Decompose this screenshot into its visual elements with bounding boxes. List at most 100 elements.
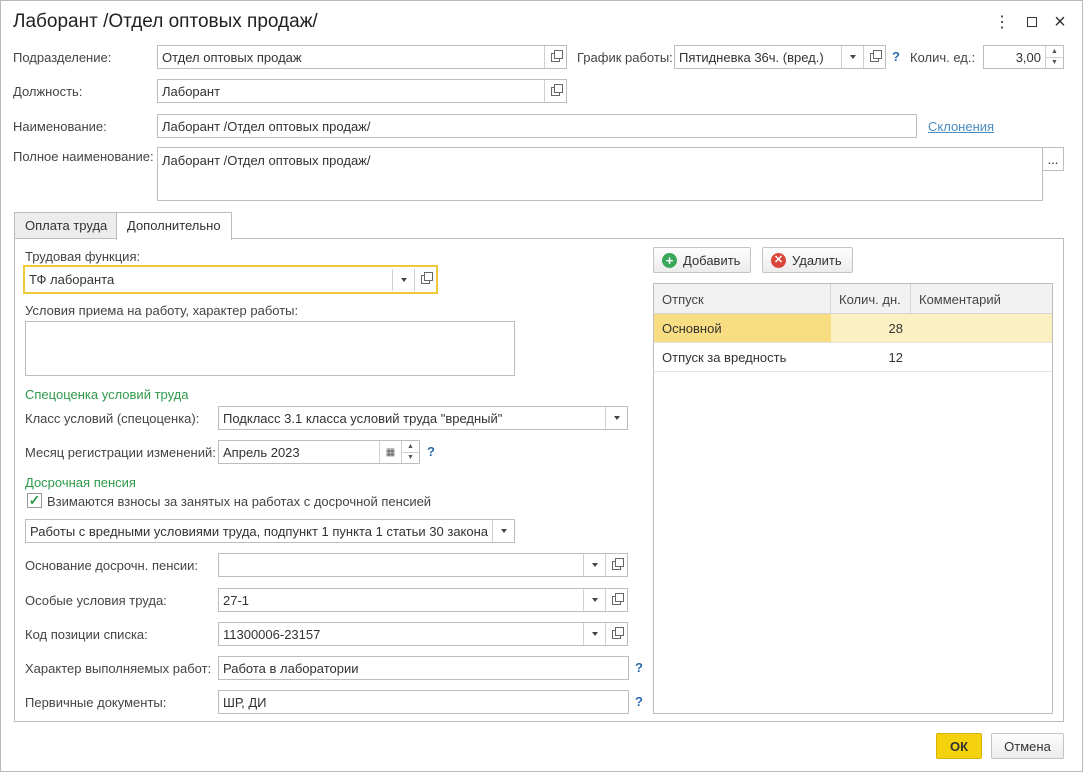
position-field[interactable]: Лаборант (157, 79, 567, 103)
contributions-checkbox[interactable]: ✓ (27, 492, 42, 508)
plus-icon: + (662, 252, 677, 268)
tab-payment-label: Оплата труда (25, 218, 108, 233)
labor-function-label: Трудовая функция: (25, 249, 141, 264)
vacation-cell: Отпуск за вредность (662, 349, 787, 365)
labor-function-field[interactable]: ТФ лаборанта (23, 265, 438, 294)
basis-label: Основание досрочн. пенсии: (25, 558, 199, 573)
chevron-down-icon[interactable] (583, 554, 605, 576)
class-field[interactable]: Подкласс 3.1 класса условий труда "вредн… (218, 406, 628, 430)
conditions-label: Условия приема на работу, характер работ… (25, 303, 299, 318)
vacation-cell: Основной (654, 314, 831, 342)
open-icon[interactable] (414, 268, 436, 291)
chevron-down-icon[interactable] (841, 46, 863, 68)
chevron-down-icon[interactable] (392, 268, 414, 291)
tab-additional-label: Дополнительно (127, 218, 221, 233)
full-name-value: Лаборант /Отдел оптовых продаж/ (162, 153, 371, 168)
works-field[interactable]: Работы с вредными условиями труда, подпу… (25, 519, 515, 543)
name-label: Наименование: (13, 119, 107, 134)
table-row[interactable]: Отпуск за вредность 12 (654, 343, 1052, 372)
schedule-field[interactable]: Пятидневка 36ч. (вред.) (674, 45, 886, 69)
special-assessment-header: Спецоценка условий труда (25, 387, 189, 402)
labor-function-value: ТФ лаборанта (29, 272, 115, 287)
spin-icon[interactable]: ▲ ▼ (1045, 46, 1063, 68)
position-label: Должность: (13, 84, 83, 99)
schedule-label: График работы: (577, 50, 673, 65)
month-field[interactable]: Апрель 2023 ▦ ▲ ▼ (218, 440, 420, 464)
cancel-label: Отмена (1004, 738, 1051, 754)
list-code-value: 11300006-23157 (223, 626, 321, 642)
department-label: Подразделение: (13, 50, 112, 65)
work-nature-label: Характер выполняемых работ: (25, 661, 212, 676)
month-label: Месяц регистрации изменений: (25, 445, 216, 460)
primary-docs-label: Первичные документы: (25, 695, 167, 710)
list-code-label: Код позиции списка: (25, 627, 148, 642)
open-icon[interactable] (605, 589, 627, 611)
work-nature-value: Работа в лаборатории (223, 660, 359, 676)
full-name-label: Полное наименование: (13, 149, 154, 164)
work-nature-help-icon[interactable]: ? (635, 660, 643, 675)
special-conditions-label: Особые условия труда: (25, 593, 167, 608)
name-value: Лаборант /Отдел оптовых продаж/ (162, 118, 371, 134)
class-value: Подкласс 3.1 класса условий труда "вредн… (223, 410, 503, 426)
calendar-icon[interactable]: ▦ (379, 441, 401, 463)
chevron-down-icon[interactable] (583, 589, 605, 611)
declensions-link[interactable]: Склонения (928, 119, 994, 134)
units-label: Колич. ед.: (910, 50, 976, 65)
more-icon[interactable]: ⋮ (988, 10, 1016, 34)
tab-payment[interactable]: Оплата труда (14, 212, 119, 239)
spin-icon[interactable]: ▲ ▼ (401, 441, 419, 463)
delete-icon: ✕ (771, 252, 786, 268)
chevron-down-icon[interactable] (605, 407, 627, 429)
open-icon[interactable] (605, 554, 627, 576)
primary-docs-input[interactable]: ШР, ДИ (218, 690, 629, 714)
days-cell: 28 (888, 320, 903, 336)
primary-docs-value: ШР, ДИ (223, 694, 267, 710)
units-stepper[interactable]: 3,00 ▲ ▼ (983, 45, 1064, 69)
department-value: Отдел оптовых продаж (162, 49, 302, 65)
class-label: Класс условий (спецоценка): (25, 411, 200, 426)
delete-button[interactable]: ✕ Удалить (762, 247, 853, 273)
special-conditions-field[interactable]: 27-1 (218, 588, 628, 612)
tab-additional[interactable]: Дополнительно (116, 212, 232, 240)
month-help-icon[interactable]: ? (427, 444, 435, 459)
basis-field[interactable] (218, 553, 628, 577)
schedule-value: Пятидневка 36ч. (вред.) (679, 49, 824, 65)
more-label: ... (1047, 151, 1059, 167)
primary-docs-help-icon[interactable]: ? (635, 694, 643, 709)
chevron-down-icon[interactable] (492, 520, 514, 542)
column-header[interactable]: Колич. дн. (831, 284, 911, 313)
position-form-window: Лаборант /Отдел оптовых продаж/ ⋮ × Подр… (0, 0, 1083, 772)
open-icon[interactable] (544, 46, 566, 68)
chevron-down-icon[interactable] (583, 623, 605, 645)
window-title: Лаборант /Отдел оптовых продаж/ (13, 11, 318, 32)
column-header[interactable]: Отпуск (654, 284, 831, 313)
table-header: Отпуск Колич. дн. Комментарий (654, 284, 1052, 314)
department-field[interactable]: Отдел оптовых продаж (157, 45, 567, 69)
open-icon[interactable] (544, 80, 566, 102)
days-cell: 12 (888, 349, 903, 365)
ok-label: ОК (949, 738, 969, 754)
work-nature-input[interactable]: Работа в лаборатории (218, 656, 629, 680)
list-code-field[interactable]: 11300006-23157 (218, 622, 628, 646)
table-row[interactable]: Основной 28 (654, 314, 1052, 343)
ok-button[interactable]: ОК (936, 733, 982, 759)
add-button[interactable]: + Добавить (653, 247, 752, 273)
units-value: 3,00 (1015, 49, 1041, 65)
maximize-icon[interactable] (1018, 10, 1046, 34)
open-icon[interactable] (863, 46, 885, 68)
special-conditions-value: 27-1 (223, 592, 250, 608)
full-name-textarea[interactable]: Лаборант /Отдел оптовых продаж/ (157, 147, 1043, 201)
close-icon[interactable]: × (1046, 10, 1074, 34)
full-name-more-button[interactable]: ... (1042, 147, 1064, 171)
early-pension-header: Досрочная пенсия (25, 475, 136, 490)
name-input[interactable]: Лаборант /Отдел оптовых продаж/ (157, 114, 917, 138)
month-value: Апрель 2023 (223, 444, 300, 460)
column-header[interactable]: Комментарий (911, 284, 1052, 313)
schedule-help-icon[interactable]: ? (892, 49, 900, 64)
cancel-button[interactable]: Отмена (991, 733, 1064, 759)
delete-button-label: Удалить (792, 252, 842, 268)
contributions-checkbox-label: Взимаются взносы за занятых на работах с… (47, 494, 432, 509)
vacation-table: Отпуск Колич. дн. Комментарий Основной 2… (653, 283, 1053, 714)
conditions-textarea[interactable] (25, 321, 515, 376)
open-icon[interactable] (605, 623, 627, 645)
